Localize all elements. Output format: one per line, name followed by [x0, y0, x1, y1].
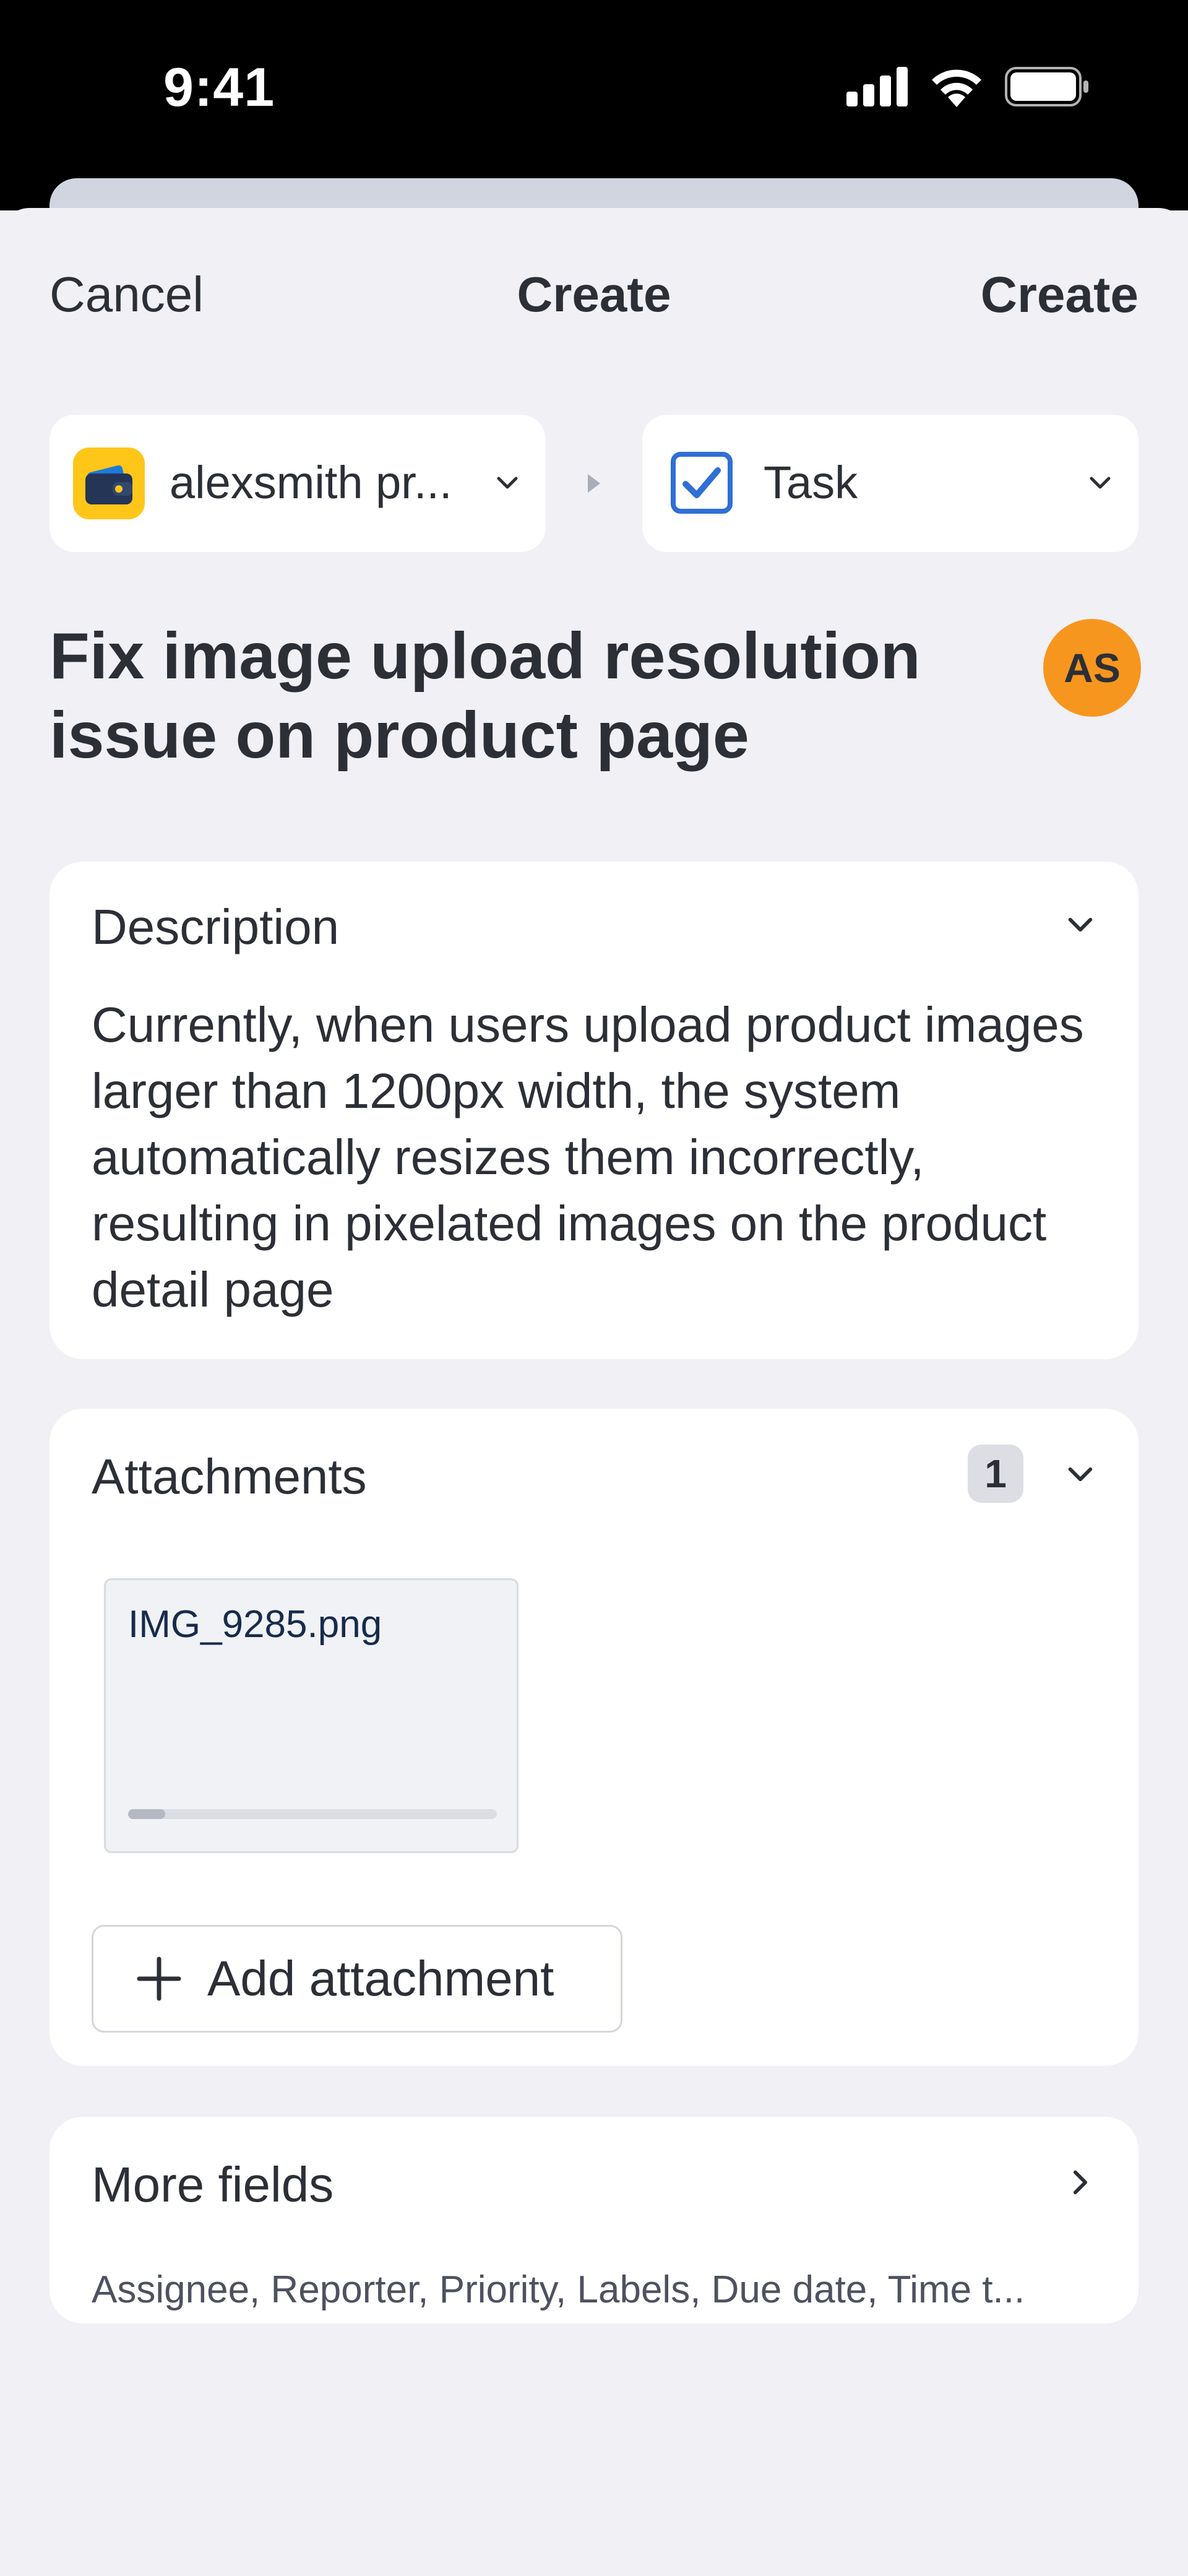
upload-progress-bar [128, 1809, 497, 1819]
create-button[interactable]: Create [981, 266, 1138, 324]
chevron-down-icon [497, 477, 518, 489]
triangle-right-icon [588, 474, 600, 493]
avatar[interactable]: AS [1043, 619, 1141, 717]
chevron-right-icon [1073, 2170, 1088, 2195]
chevron-down-icon[interactable] [1063, 1457, 1098, 1492]
project-icon [73, 447, 145, 519]
more-fields-heading: More fields [92, 2157, 334, 2212]
status-time: 9:41 [163, 56, 275, 118]
attachments-heading: Attachments [92, 1449, 367, 1504]
add-attachment-button[interactable]: Add attachment [92, 1925, 622, 2033]
description-text[interactable]: Currently, when users upload product ima… [92, 992, 1119, 1323]
wifi-icon [932, 69, 981, 107]
checkbox-icon [671, 452, 733, 514]
project-picker-label: alexsmith pr... [170, 457, 452, 508]
battery-icon [1005, 67, 1088, 106]
upload-progress-fill [128, 1809, 165, 1819]
more-fields-card[interactable]: More fields Assignee, Reporter, Priority… [50, 2117, 1138, 2323]
attachments-count-badge: 1 [968, 1445, 1023, 1503]
plus-icon [137, 1956, 181, 2001]
wallet-icon [85, 465, 132, 504]
more-fields-summary: Assignee, Reporter, Priority, Labels, Du… [92, 2268, 1025, 2311]
issue-type-picker[interactable]: Task [642, 415, 1138, 552]
attachment-filename: IMG_9285.png [128, 1603, 382, 1646]
status-icons [846, 62, 1089, 111]
chevron-down-icon [1090, 477, 1111, 489]
description-heading: Description [92, 899, 340, 954]
cancel-button[interactable]: Cancel [50, 266, 204, 323]
project-picker[interactable]: alexsmith pr... [50, 415, 546, 552]
attachment-thumbnail[interactable]: IMG_9285.png [104, 1578, 519, 1853]
add-attachment-label: Add attachment [207, 1951, 554, 2006]
chevron-down-icon[interactable] [1063, 907, 1098, 942]
issue-type-label: Task [764, 457, 858, 508]
issue-title[interactable]: Fix image upload resolution issue on pro… [50, 616, 978, 775]
nav-bar: Create Cancel Create [0, 260, 1188, 328]
description-card: Description Currently, when users upload… [50, 862, 1138, 1359]
attachments-card: Attachments 1 IMG_9285.png Add attachmen… [50, 1409, 1138, 2066]
cellular-signal-icon [846, 67, 908, 106]
